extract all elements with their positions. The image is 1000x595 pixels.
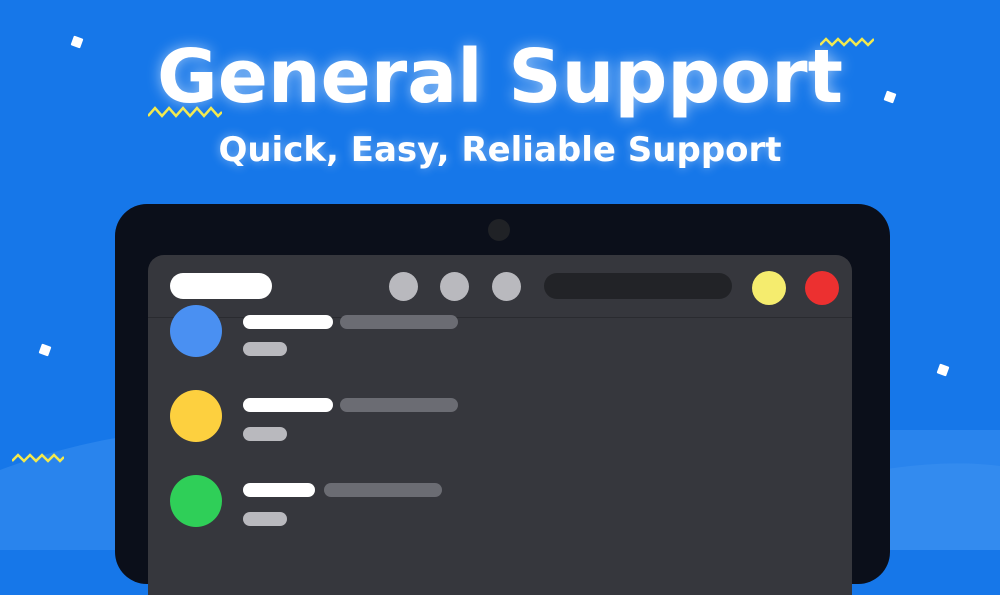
contact-status-placeholder <box>243 342 287 356</box>
contact-meta-placeholder <box>324 483 442 497</box>
zigzag-decoration <box>12 453 64 463</box>
webcam-icon <box>488 219 510 241</box>
contact-status-placeholder <box>243 512 287 526</box>
contact-meta-placeholder <box>340 315 458 329</box>
contact-name-placeholder <box>243 398 333 412</box>
avatar <box>170 475 222 527</box>
contact-row[interactable] <box>148 295 852 375</box>
avatar <box>170 390 222 442</box>
contact-row[interactable] <box>148 465 852 545</box>
laptop-frame <box>115 204 890 595</box>
avatar <box>170 305 222 357</box>
banner-title: General Support <box>157 34 843 120</box>
contact-name-placeholder <box>243 315 333 329</box>
contact-name-placeholder <box>243 483 315 497</box>
contact-meta-placeholder <box>340 398 458 412</box>
banner-subtitle: Quick, Easy, Reliable Support <box>218 130 782 170</box>
app-window <box>148 255 852 595</box>
contact-status-placeholder <box>243 427 287 441</box>
contact-row[interactable] <box>148 380 852 460</box>
